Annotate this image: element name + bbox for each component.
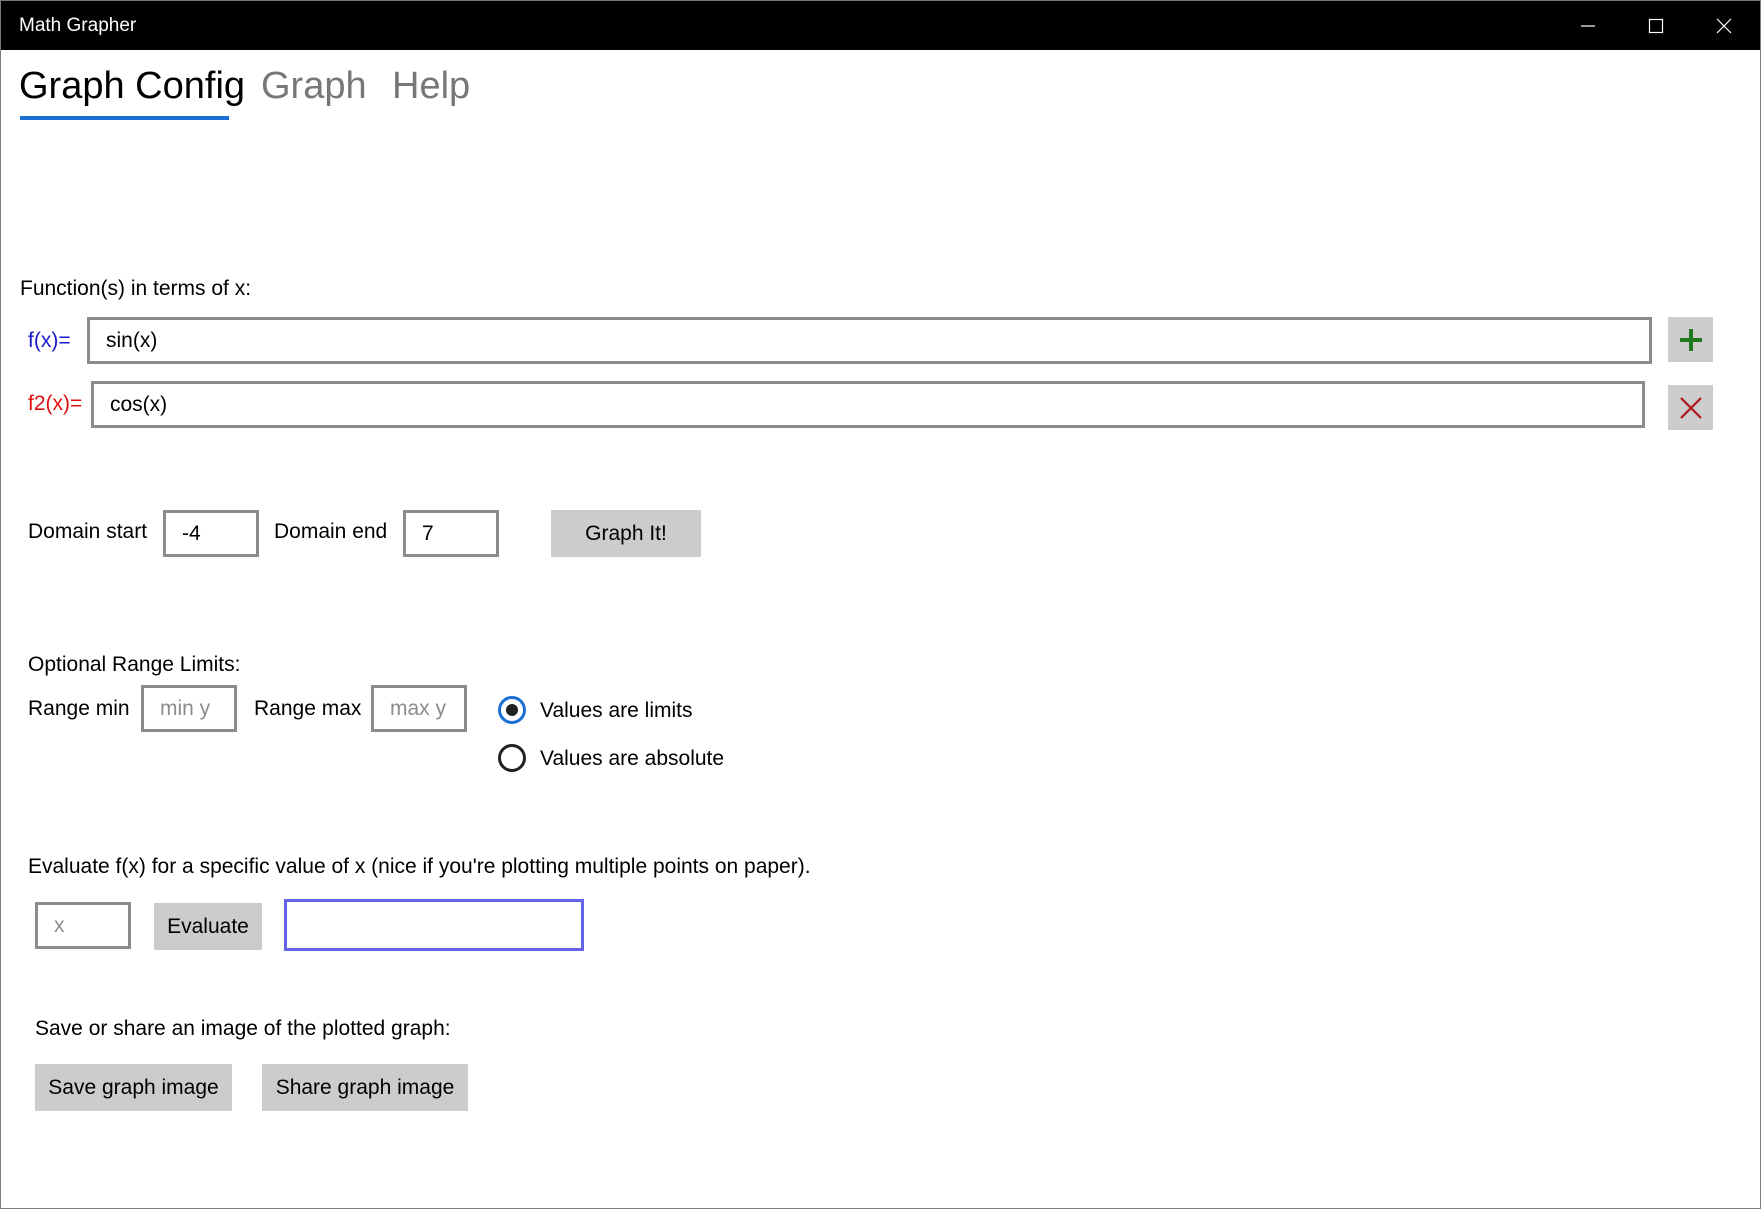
- plus-icon: [1679, 328, 1702, 351]
- save-graph-image-button[interactable]: Save graph image: [35, 1064, 232, 1111]
- functions-heading: Function(s) in terms of x:: [20, 277, 252, 300]
- minimize-button[interactable]: [1554, 1, 1622, 50]
- function-1-input[interactable]: [87, 317, 1652, 364]
- evaluate-result-field[interactable]: [284, 899, 584, 951]
- window-title: Math Grapher: [19, 15, 137, 36]
- graph-it-button[interactable]: Graph It!: [551, 510, 701, 557]
- absolute-radio-label[interactable]: Values are absolute: [540, 747, 724, 771]
- range-max-input[interactable]: [371, 685, 467, 732]
- domain-end-input[interactable]: [403, 510, 499, 557]
- domain-start-input[interactable]: [163, 510, 259, 557]
- range-heading: Optional Range Limits:: [28, 653, 241, 676]
- maximize-icon: [1648, 18, 1664, 33]
- evaluate-button[interactable]: Evaluate: [154, 903, 262, 950]
- absolute-radio[interactable]: [498, 744, 526, 772]
- app-window: Math Grapher Graph Config Graph Help Fun…: [0, 0, 1761, 1209]
- range-min-input[interactable]: [141, 685, 237, 732]
- function-2-label: f2(x)=: [28, 392, 83, 415]
- range-min-label: Range min: [28, 697, 130, 720]
- title-bar[interactable]: Math Grapher: [1, 1, 1760, 50]
- tab-graph-config[interactable]: Graph Config: [19, 65, 245, 108]
- evaluate-description: Evaluate f(x) for a specific value of x …: [28, 855, 811, 878]
- add-function-button[interactable]: [1668, 317, 1713, 362]
- remove-function-button[interactable]: [1668, 385, 1713, 430]
- share-graph-image-button[interactable]: Share graph image: [262, 1064, 468, 1111]
- limits-radio-label[interactable]: Values are limits: [540, 699, 693, 723]
- evaluate-x-input[interactable]: [35, 902, 131, 949]
- domain-start-label: Domain start: [28, 520, 148, 543]
- function-2-input[interactable]: [91, 381, 1645, 428]
- tab-help[interactable]: Help: [392, 65, 470, 108]
- range-max-label: Range max: [254, 697, 362, 720]
- function-1-label: f(x)=: [28, 329, 71, 352]
- domain-end-label: Domain end: [274, 520, 388, 543]
- minimize-icon: [1581, 24, 1595, 27]
- maximize-button[interactable]: [1622, 1, 1690, 50]
- share-description: Save or share an image of the plotted gr…: [35, 1017, 451, 1040]
- close-window-button[interactable]: [1690, 1, 1758, 50]
- tab-graph[interactable]: Graph: [261, 65, 367, 108]
- limits-radio[interactable]: [498, 696, 526, 724]
- close-icon: [1679, 396, 1702, 419]
- close-icon: [1716, 18, 1732, 33]
- active-tab-indicator: [20, 116, 229, 120]
